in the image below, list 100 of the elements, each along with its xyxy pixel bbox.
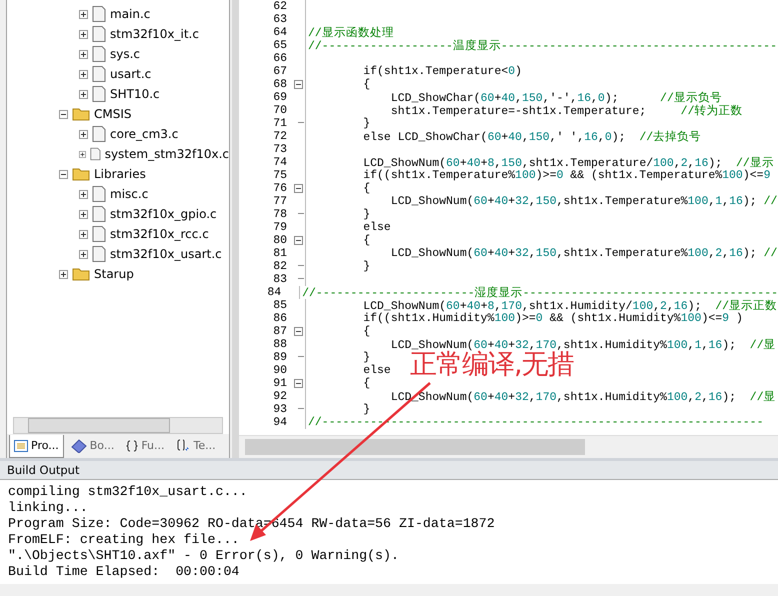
horizontal-scrollbar[interactable] [13,417,223,434]
file-item[interactable]: misc.c [110,187,148,201]
code-line: } [362,117,370,130]
collapse-icon[interactable] [59,170,68,178]
line-number: 86 [272,312,287,325]
group-item[interactable]: CMSIS [94,107,132,121]
line-number: 82 [272,260,287,273]
group-item[interactable]: Libraries [94,167,146,181]
line-number: 65 [272,39,287,52]
code-line: { [362,234,370,247]
code-line: LCD_ShowNum(60+40+32,170,sht1x.Humidity%100,1,16); //显 [390,338,776,352]
panel-title: Build Output [0,461,778,480]
fold-icon[interactable] [294,379,302,388]
line-number: 94 [272,416,287,429]
file-item[interactable]: system_stm32f10x.c [104,147,229,161]
line-number: 81 [272,247,287,260]
expand-icon[interactable] [79,90,88,98]
file-icon [92,26,106,42]
panel-tab[interactable]: Te... [172,434,221,458]
file-item[interactable]: usart.c [110,67,152,81]
book-icon [70,438,87,452]
fold-icon[interactable] [294,236,302,245]
file-item[interactable]: core_cm3.c [110,127,178,141]
code-line: if((sht1x.Humidity%100)>=0 && (sht1x.Humidity%100)<=9 ) [362,312,743,325]
file-item[interactable]: stm32f10x_usart.c [110,247,222,261]
code-line: LCD_ShowNum(60+40+8,170,sht1x.Humidity/100,2,16); //显示正数 [362,298,778,313]
output-line: Build Time Elapsed: 00:00:04 [8,564,240,580]
expand-icon[interactable] [79,190,88,198]
horizontal-scrollbar[interactable] [239,435,778,458]
output-line: compiling stm32f10x_usart.c... [8,484,248,500]
file-item[interactable]: stm32f10x_it.c [110,27,199,41]
line-number: 64 [272,26,287,39]
line-number: 70 [272,104,287,117]
code-line: } [362,351,370,364]
code-line: } [362,208,370,221]
expand-icon[interactable] [79,50,88,58]
code-line: } [362,403,370,416]
file-icon [92,246,106,262]
folder-icon [72,167,90,181]
code-line: if((sht1x.Temperature%100)>=0 && (sht1x.Temperature%100)<=9 [362,169,770,182]
code-line: LCD_ShowNum(60+40+8,150,sht1x.Temperature/100,2,16); //显示 [362,156,774,170]
expand-icon[interactable] [79,130,88,138]
code-line: LCD_ShowNum(60+40+32,150,sht1x.Temperature%100,1,16); // [390,195,778,208]
file-icon [90,146,101,162]
code-line: else [362,364,391,377]
expand-icon[interactable] [79,230,88,238]
line-number: 92 [272,390,287,403]
line-number: 91 [272,377,287,390]
expand-icon[interactable] [59,270,68,278]
panel-tab[interactable]: Pro... [9,434,64,458]
code-line: } [362,260,370,273]
line-number: 67 [272,65,287,78]
file-icon [92,46,106,62]
braces-icon [126,440,138,452]
line-number: 77 [272,195,287,208]
expand-icon[interactable] [79,70,88,78]
expand-icon[interactable] [79,250,88,258]
expand-icon[interactable] [79,10,88,18]
line-number: 68 [272,78,287,91]
folder-icon [72,267,90,281]
expand-icon[interactable] [79,210,88,218]
line-number: 62 [272,0,287,13]
file-icon [92,126,106,142]
fold-icon[interactable] [294,327,302,336]
code-line: else [362,221,391,234]
code-line: if(sht1x.Temperature<0) [362,65,522,78]
code-line: //-------------------温度显示---------------------------------------- [307,38,777,53]
panel-tab[interactable]: Fu... [121,434,170,458]
file-item[interactable]: stm32f10x_rcc.c [110,227,209,241]
group-item[interactable]: Starup [94,267,134,281]
template-icon [176,438,191,452]
line-number: 89 [272,351,287,364]
line-number: 63 [272,13,287,26]
file-item[interactable]: sys.c [110,47,140,61]
collapse-icon[interactable] [59,110,68,118]
file-icon [92,6,106,22]
fold-icon[interactable] [294,80,302,89]
file-item[interactable]: SHT10.c [110,87,160,101]
line-number: 78 [272,208,287,221]
line-number: 85 [272,299,287,312]
fold-icon[interactable] [294,184,302,193]
line-number: 76 [272,182,287,195]
output-line: FromELF: creating hex file... [8,532,240,548]
panel-tab[interactable]: Bo... [66,434,120,458]
expand-icon[interactable] [79,150,86,158]
file-icon [92,66,106,82]
line-number: 74 [272,156,287,169]
file-icon [92,186,106,202]
expand-icon[interactable] [79,30,88,38]
line-number: 79 [272,221,287,234]
line-number: 80 [272,234,287,247]
line-number: 69 [272,91,287,104]
line-number: 71 [272,117,287,130]
file-item[interactable]: stm32f10x_gpio.c [110,207,217,221]
file-item[interactable]: main.c [110,7,150,21]
line-number: 66 [272,52,287,65]
project-icon [14,440,28,452]
line-number: 90 [272,364,287,377]
code-line: { [362,325,370,338]
line-number: 88 [272,338,287,351]
